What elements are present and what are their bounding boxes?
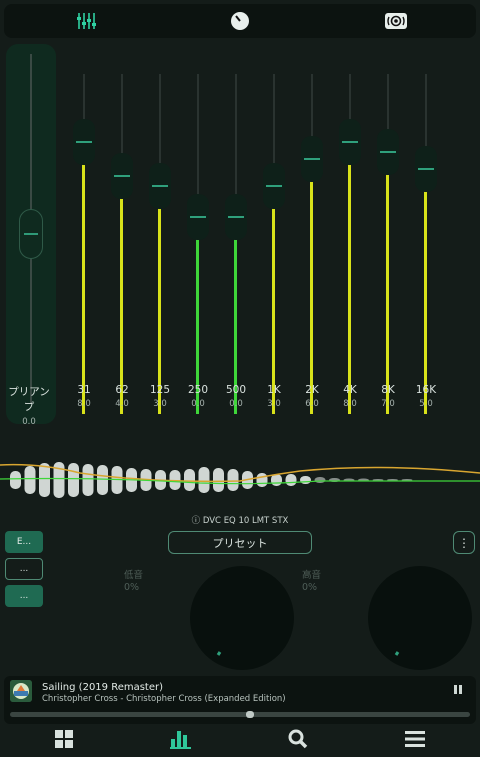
band-fill bbox=[82, 142, 85, 414]
band-frequency: 16K bbox=[415, 384, 437, 396]
grid-icon[interactable] bbox=[54, 729, 76, 751]
spectrum-bar bbox=[82, 464, 94, 496]
side-button-3[interactable]: ... bbox=[5, 585, 43, 607]
spectrum-bar bbox=[24, 466, 36, 494]
app-root: プリアンプ 0.0 31 8.0 62 4.0 125 3.0 250 0.0 500 0.0 1K… bbox=[0, 0, 480, 757]
equalizer-sliders-icon[interactable] bbox=[74, 10, 98, 32]
band-slider-31[interactable] bbox=[66, 44, 102, 424]
surround-speaker-icon[interactable] bbox=[384, 10, 408, 32]
spectrum-bar bbox=[198, 467, 210, 493]
pause-icon[interactable] bbox=[452, 684, 464, 696]
seek-bar[interactable] bbox=[10, 711, 470, 718]
spectrum-bar bbox=[227, 469, 239, 491]
side-button-eq[interactable]: E... bbox=[5, 531, 43, 553]
album-art bbox=[10, 680, 32, 702]
band-frequency: 500 bbox=[225, 384, 247, 396]
treble-label: 高音 bbox=[302, 570, 322, 581]
track-subtitle: Christopher Cross - Christopher Cross (E… bbox=[42, 694, 286, 704]
band-knob[interactable] bbox=[339, 119, 361, 165]
spectrum-bar bbox=[10, 471, 21, 489]
preamp-label-group: プリアンプ 0.0 bbox=[4, 384, 54, 427]
spectrum-bar bbox=[285, 474, 297, 486]
band-labels: プリアンプ 0.0 31 8.0 62 4.0 125 3.0 250 0.0 500 0.0 1K… bbox=[0, 384, 480, 427]
band-slider-4K[interactable] bbox=[332, 44, 368, 424]
preamp-knob[interactable] bbox=[19, 209, 43, 259]
treble-value: 0% bbox=[302, 582, 318, 593]
bass-value: 0% bbox=[124, 582, 140, 593]
band-knob[interactable] bbox=[415, 146, 437, 193]
band-slider-8K[interactable] bbox=[370, 44, 406, 424]
spectrum-bar bbox=[314, 477, 326, 483]
side-button-2[interactable]: ... bbox=[5, 558, 43, 580]
band-slider-250[interactable] bbox=[180, 44, 216, 424]
dvc-status: ⓘ DVC EQ 10 LMT STX bbox=[191, 516, 289, 526]
band-knob[interactable] bbox=[187, 193, 209, 240]
bottom-navigation bbox=[0, 724, 480, 757]
now-playing-bar[interactable]: Sailing (2019 Remaster) Christopher Cros… bbox=[4, 676, 476, 724]
spectrum-bar bbox=[97, 465, 108, 495]
top-toolbar bbox=[4, 4, 476, 38]
band-knob[interactable] bbox=[301, 136, 323, 182]
band-frequency: 2K bbox=[305, 384, 319, 396]
band-fill bbox=[348, 142, 351, 414]
band-knob[interactable] bbox=[225, 193, 247, 240]
band-frequency: 62 bbox=[115, 384, 129, 396]
band-fill bbox=[158, 186, 161, 414]
band-fill bbox=[386, 152, 389, 414]
band-fill bbox=[120, 176, 123, 414]
search-icon[interactable] bbox=[288, 729, 310, 751]
band-frequency: 1K bbox=[267, 384, 281, 396]
band-slider-125[interactable] bbox=[142, 44, 178, 424]
preamp-label: プリアンプ bbox=[8, 386, 50, 413]
dial-icon[interactable] bbox=[228, 10, 252, 32]
treble-dial[interactable] bbox=[368, 566, 472, 670]
band-slider-1K[interactable] bbox=[256, 44, 292, 424]
band-fill bbox=[310, 159, 313, 414]
band-fill bbox=[424, 169, 427, 414]
preamp-value: 0.0 bbox=[22, 417, 36, 427]
band-frequency: 125 bbox=[149, 384, 171, 396]
spectrum-visualizer bbox=[0, 462, 480, 498]
bass-dial[interactable] bbox=[190, 566, 294, 670]
preset-button[interactable]: プリセット bbox=[168, 531, 312, 554]
spectrum-bar bbox=[184, 469, 195, 491]
preamp-slider[interactable] bbox=[6, 44, 56, 424]
seek-thumb[interactable] bbox=[246, 711, 254, 718]
band-slider-62[interactable] bbox=[104, 44, 140, 424]
band-gain: 5.0 bbox=[419, 399, 433, 409]
band-knob[interactable] bbox=[73, 119, 95, 165]
band-slider-500[interactable] bbox=[218, 44, 254, 424]
band-frequency: 4K bbox=[343, 384, 357, 396]
band-fill bbox=[272, 186, 275, 414]
spectrum-bar bbox=[256, 473, 268, 487]
menu-icon[interactable] bbox=[404, 729, 426, 751]
band-knob[interactable] bbox=[377, 129, 399, 176]
spectrum-bar bbox=[213, 468, 224, 492]
band-label-16K: 16K 5.0 bbox=[401, 384, 451, 409]
spectrum-bar bbox=[68, 463, 79, 497]
band-knob[interactable] bbox=[263, 163, 285, 210]
track-title: Sailing (2019 Remaster) bbox=[42, 682, 164, 693]
band-frequency: 250 bbox=[187, 384, 209, 396]
band-knob[interactable] bbox=[111, 153, 133, 199]
more-options-button[interactable]: ⋮ bbox=[453, 531, 475, 554]
band-knob[interactable] bbox=[149, 163, 171, 210]
band-slider-2K[interactable] bbox=[294, 44, 330, 424]
band-frequency: 8K bbox=[381, 384, 395, 396]
spectrum-bar bbox=[39, 463, 50, 497]
spectrum-bar bbox=[300, 476, 311, 484]
band-frequency: 31 bbox=[77, 384, 91, 396]
band-slider-16K[interactable] bbox=[408, 44, 444, 424]
bar-chart-icon[interactable] bbox=[170, 729, 192, 751]
bass-label: 低音 bbox=[124, 570, 144, 581]
